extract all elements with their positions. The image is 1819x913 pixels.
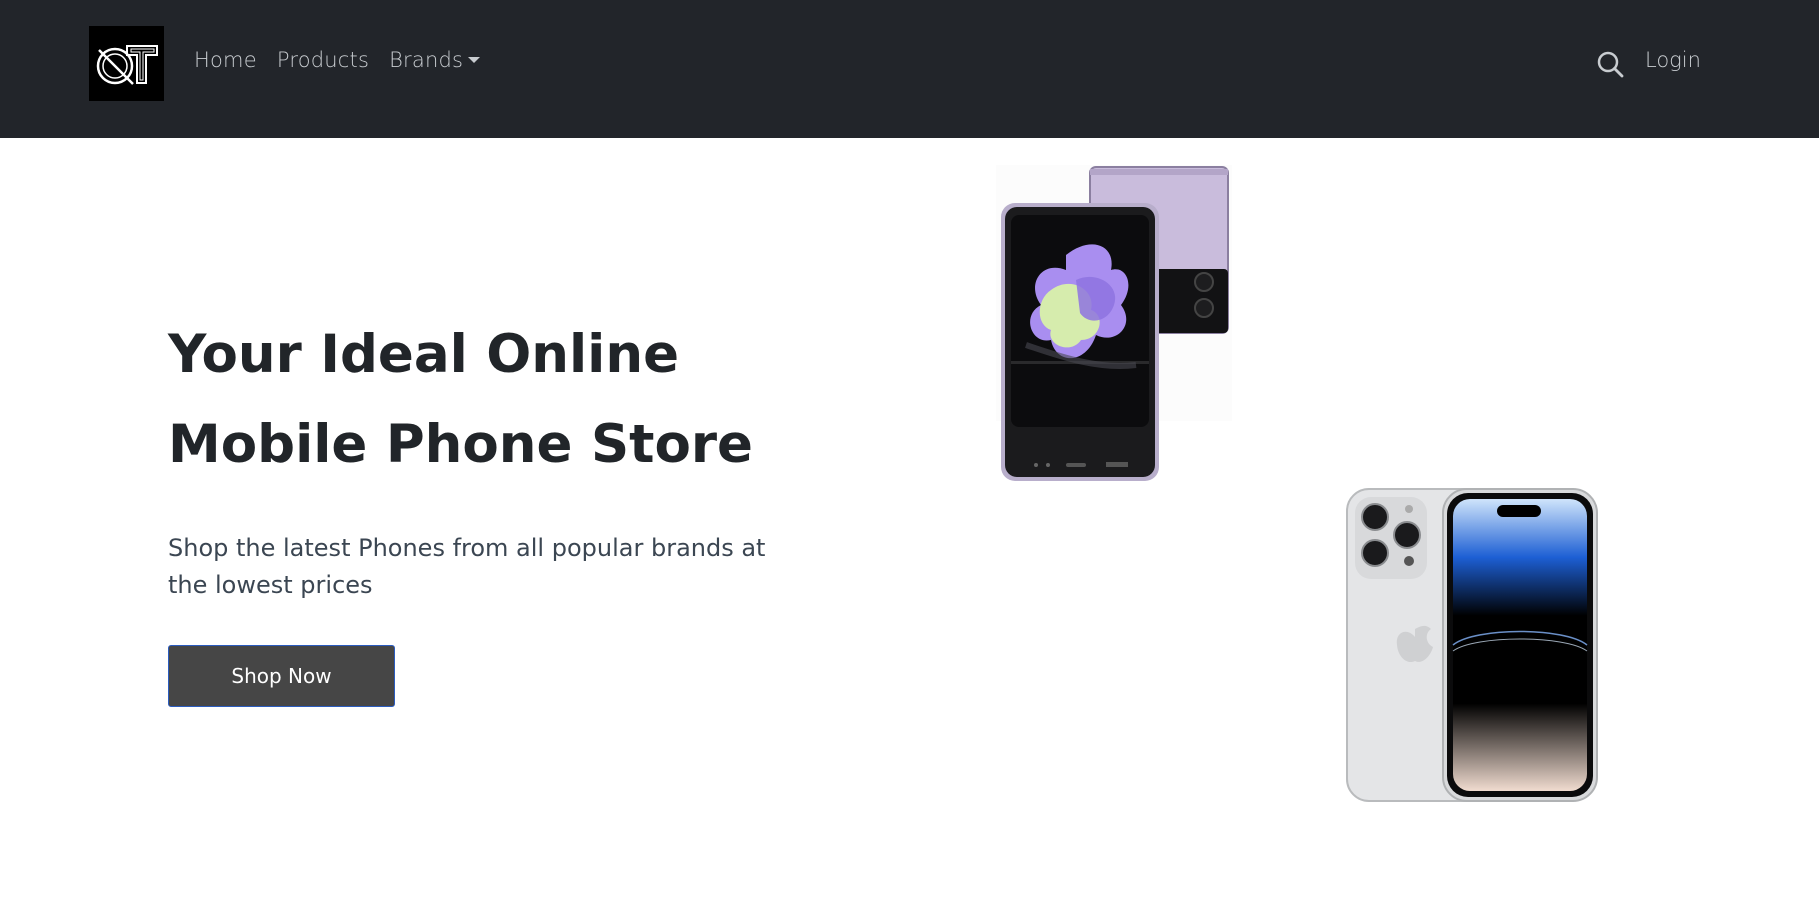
- hero-subtitle: Shop the latest Phones from all popular …: [168, 534, 766, 599]
- nav-home[interactable]: Home: [194, 48, 257, 72]
- logo-icon: [96, 44, 158, 85]
- nav-products[interactable]: Products: [277, 48, 369, 72]
- nav-brands-dropdown[interactable]: Brands: [389, 48, 481, 72]
- foldable-phone-image: [996, 165, 1232, 481]
- brand-logo[interactable]: [89, 26, 164, 101]
- shop-now-button[interactable]: Shop Now: [168, 645, 395, 707]
- main-nav: Home Products Brands: [194, 48, 481, 72]
- smartphone-image: [1346, 488, 1598, 802]
- hero-title-line2: Mobile Phone Store: [168, 414, 753, 475]
- nav-brands-label: Brands: [389, 48, 464, 72]
- navbar: Home Products Brands Login: [0, 0, 1819, 138]
- hero-title: Your Ideal Online Mobile Phone Store: [168, 310, 848, 490]
- hero-title-line1: Your Ideal Online: [168, 324, 680, 385]
- caret-down-icon: [468, 57, 481, 63]
- search-icon[interactable]: [1596, 50, 1624, 78]
- login-link[interactable]: Login: [1645, 48, 1701, 72]
